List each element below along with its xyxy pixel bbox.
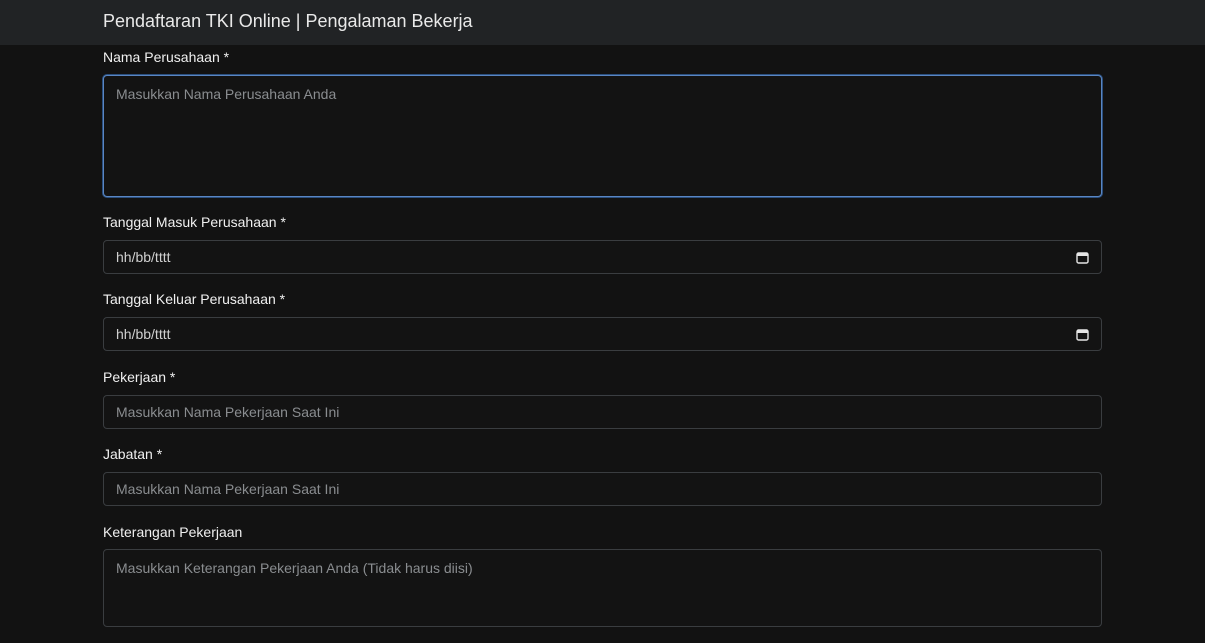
end-date-input[interactable]: hh/bb/tttt [103,317,1102,351]
company-name-textarea[interactable] [103,75,1102,197]
end-date-value: hh/bb/tttt [116,326,171,342]
app-header: Pendaftaran TKI Online | Pengalaman Beke… [0,0,1205,45]
calendar-icon[interactable] [1076,251,1089,264]
job-description-label: Keterangan Pekerjaan [103,524,243,540]
start-date-label: Tanggal Masuk Perusahaan * [103,214,286,230]
page-title: Pendaftaran TKI Online | Pengalaman Beke… [103,11,473,31]
company-name-label: Nama Perusahaan * [103,49,230,65]
calendar-icon[interactable] [1076,328,1089,341]
job-description-textarea[interactable] [103,549,1102,627]
position-label: Jabatan * [103,446,163,462]
job-input[interactable] [103,395,1102,429]
position-input[interactable] [103,472,1102,506]
start-date-input[interactable]: hh/bb/tttt [103,240,1102,274]
job-label: Pekerjaan * [103,369,176,385]
end-date-label: Tanggal Keluar Perusahaan * [103,291,286,307]
start-date-value: hh/bb/tttt [116,249,171,265]
